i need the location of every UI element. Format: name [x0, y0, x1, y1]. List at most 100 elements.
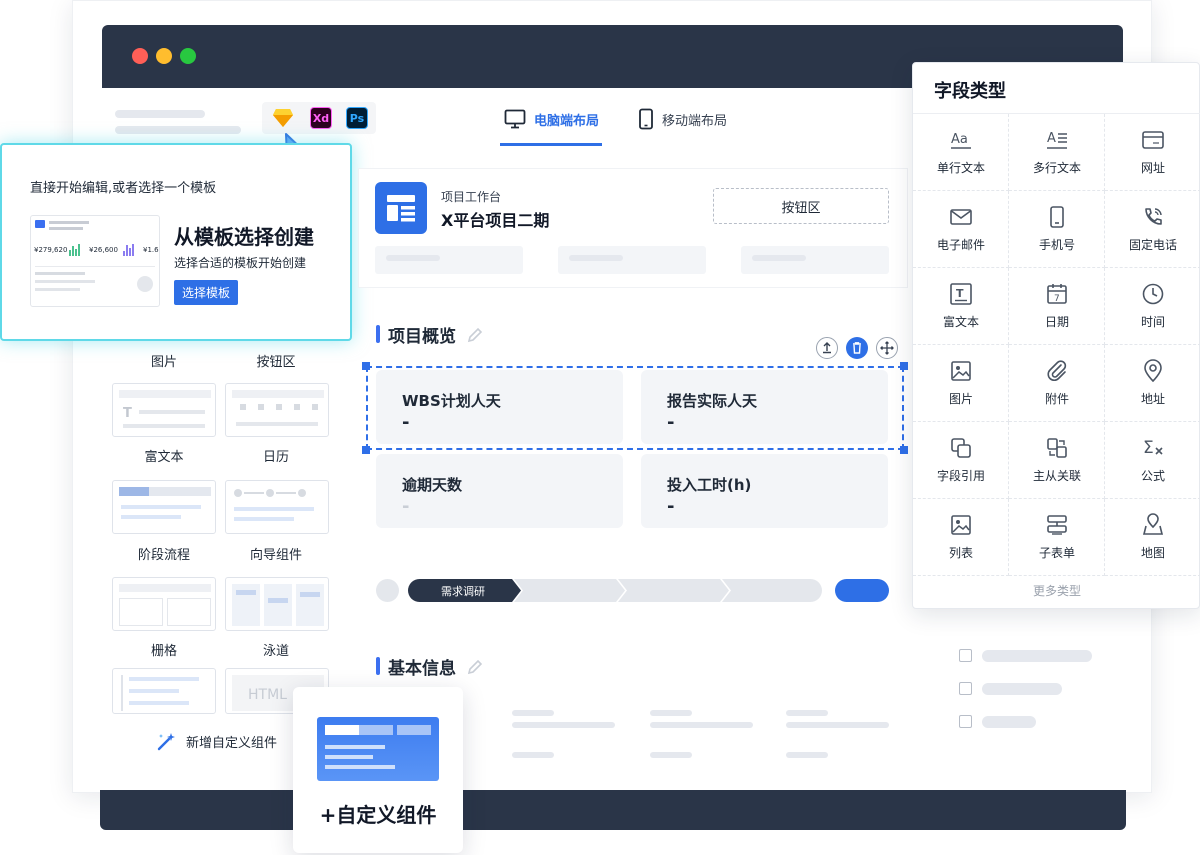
resize-handle[interactable] [362, 446, 370, 454]
field-type-multi-line-text[interactable]: A 多行文本 [1009, 114, 1105, 191]
stat-card[interactable]: 逾期天数 - [376, 454, 623, 528]
email-icon [949, 205, 973, 229]
field-type-single-line-text[interactable]: Aa 单行文本 [913, 114, 1009, 191]
field-type-map[interactable]: 地图 [1105, 499, 1200, 576]
component-stage-flow[interactable] [112, 480, 216, 534]
minimize-window-button[interactable] [156, 48, 172, 64]
bottom-bar [100, 790, 1126, 830]
field-type-sub-form[interactable]: 子表单 [1009, 499, 1105, 576]
stage-current-label: 需求调研 [441, 585, 485, 598]
stat-label: 逾期天数 [402, 476, 463, 494]
workspace-label: 项目工作台 [441, 190, 502, 204]
overview-title: 项目概览 [376, 322, 456, 347]
placeholder-line [386, 255, 440, 261]
resize-handle[interactable] [900, 446, 908, 454]
thumb-value: ¥279,620 [34, 246, 68, 254]
custom-component-title: +自定义组件 [319, 803, 437, 827]
rich-text-icon: T [949, 282, 973, 306]
photoshop-icon[interactable]: Ps [346, 107, 368, 129]
field-type-location-pin[interactable]: 地址 [1105, 345, 1200, 422]
upload-icon[interactable] [816, 337, 838, 359]
placeholder-line [786, 752, 828, 758]
placeholder-line [650, 722, 753, 728]
checkbox[interactable] [959, 649, 972, 662]
field-type-calendar[interactable]: 7 日期 [1009, 268, 1105, 345]
component-swimlane[interactable] [225, 577, 329, 631]
tab-desktop-label: 电脑端布局 [534, 113, 600, 129]
field-type-label: 富文本 [942, 315, 979, 329]
resize-handle[interactable] [900, 362, 908, 370]
field-type-label: 固定电话 [1128, 238, 1177, 252]
component-label: 按钮区 [256, 355, 296, 370]
custom-component-illustration [317, 717, 439, 781]
project-name: X平台项目二期 [441, 211, 550, 230]
field-type-label: 公式 [1140, 469, 1165, 483]
field-type-formula[interactable]: Σ 公式 [1105, 422, 1200, 499]
component-grid[interactable] [112, 577, 216, 631]
svg-text:T: T [956, 287, 964, 300]
field-type-label: 单行文本 [936, 161, 985, 175]
field-type-label: 列表 [948, 546, 973, 560]
field-type-image[interactable]: 图片 [913, 345, 1009, 422]
stage-progress-bar: 需求调研 [408, 579, 822, 602]
field-type-url[interactable]: 网址 [1105, 114, 1200, 191]
stat-value: - [667, 496, 675, 517]
svg-text:Σ: Σ [1143, 438, 1154, 458]
choose-template-button[interactable]: 选择模板 [174, 280, 238, 305]
tab-mobile-layout[interactable]: 移动端布局 [638, 107, 727, 131]
move-icon[interactable] [876, 337, 898, 359]
field-reference-icon [949, 436, 973, 460]
stat-card[interactable]: 投入工时(h) - [641, 454, 888, 528]
selection-outline [366, 366, 904, 450]
master-detail-icon [1045, 436, 1069, 460]
field-type-field-reference[interactable]: 字段引用 [913, 422, 1009, 499]
placeholder-line [786, 710, 828, 716]
stage-start-dot [376, 579, 399, 602]
component-calendar[interactable] [225, 383, 329, 437]
close-window-button[interactable] [132, 48, 148, 64]
custom-component-card[interactable]: +自定义组件 [293, 687, 463, 853]
formula-icon: Σ [1141, 436, 1165, 460]
component-label: 日历 [262, 450, 289, 465]
edit-pencil-icon[interactable] [466, 326, 484, 344]
add-custom-component-label: 新增自定义组件 [186, 735, 278, 751]
stage-action-button[interactable] [835, 579, 889, 602]
field-type-label: 地图 [1140, 546, 1165, 560]
add-custom-component-link[interactable]: 新增自定义组件 [156, 730, 277, 752]
field-type-mobile-phone[interactable]: 手机号 [1009, 191, 1105, 268]
component-label: 向导组件 [249, 548, 302, 563]
url-icon [1141, 128, 1165, 152]
field-panel-title: 字段类型 [934, 81, 1006, 102]
more-field-types-link[interactable]: 更多类型 [913, 582, 1200, 599]
mobile-phone-icon [1045, 205, 1069, 229]
template-panel: 直接开始编辑,或者选择一个模板 ¥279,620 ¥26,600 ¥1.6 从模… [0, 143, 352, 341]
edit-pencil-icon[interactable] [466, 658, 484, 676]
field-type-rich-text[interactable]: T 富文本 [913, 268, 1009, 345]
landline-phone-icon [1141, 205, 1165, 229]
field-types-panel: 字段类型 Aa 单行文本 A 多行文本 网址电子邮件 手机号 固定电话 T 富文本 7 日期 时间图片… [912, 62, 1200, 609]
field-type-email[interactable]: 电子邮件 [913, 191, 1009, 268]
checkbox[interactable] [959, 715, 972, 728]
checkbox[interactable] [959, 682, 972, 695]
tab-desktop-layout[interactable]: 电脑端布局 [504, 107, 599, 131]
component-label: 富文本 [144, 450, 184, 465]
component-timeline[interactable] [112, 668, 216, 714]
button-area-placeholder[interactable]: 按钮区 [713, 188, 889, 224]
field-type-list[interactable]: 列表 [913, 499, 1009, 576]
field-type-clock[interactable]: 时间 [1105, 268, 1200, 345]
component-label: 泳道 [262, 644, 289, 659]
maximize-window-button[interactable] [180, 48, 196, 64]
field-type-landline-phone[interactable]: 固定电话 [1105, 191, 1200, 268]
resize-handle[interactable] [362, 362, 370, 370]
field-type-master-detail[interactable]: 主从关联 [1009, 422, 1105, 499]
field-type-paperclip[interactable]: 附件 [1009, 345, 1105, 422]
field-type-label: 地址 [1140, 392, 1165, 406]
component-rich-text[interactable]: T [112, 383, 216, 437]
template-thumbnail[interactable]: ¥279,620 ¥26,600 ¥1.6 [30, 215, 160, 307]
delete-icon[interactable] [846, 337, 868, 359]
sketch-icon[interactable] [272, 107, 294, 129]
adobe-xd-icon[interactable]: Xd [310, 107, 332, 129]
component-wizard[interactable] [225, 480, 329, 534]
field-type-label: 主从关联 [1032, 469, 1081, 483]
field-type-label: 网址 [1140, 161, 1165, 175]
